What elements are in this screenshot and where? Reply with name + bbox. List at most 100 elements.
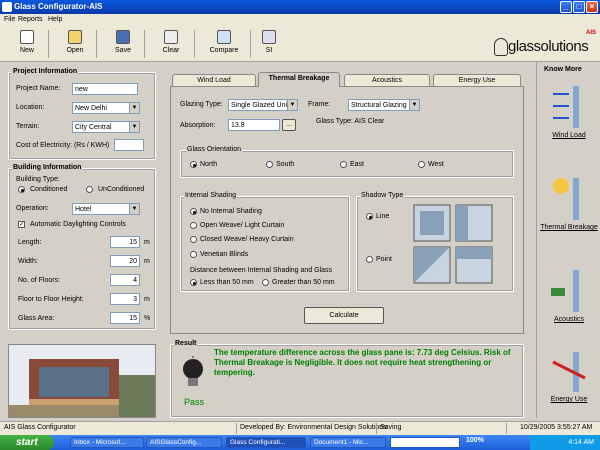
calculate-button[interactable]: Calculate (304, 307, 384, 324)
tab-acoustics[interactable]: Acoustics (344, 74, 430, 86)
lightbulb-icon (183, 356, 203, 386)
length-input[interactable]: 15 (110, 236, 140, 248)
cost-label: Cost of Electricity: (Rs / KWH) (16, 142, 110, 149)
terrain-label: Terrain: (16, 123, 40, 130)
operation-value: Hotel (75, 206, 92, 213)
search-box[interactable] (390, 437, 460, 448)
conditioned-radio[interactable] (18, 186, 25, 193)
cost-input[interactable] (114, 139, 144, 151)
north-label: North (200, 161, 218, 168)
floppy-icon (116, 30, 130, 44)
orientation-title: Glass Orientation (186, 146, 243, 153)
building-info-title: Building Information (12, 164, 83, 171)
know-more-energy-link[interactable]: Energy Use (540, 396, 598, 403)
clear-button[interactable]: Clear (154, 30, 188, 60)
internal-shading-title: Internal Shading (184, 192, 237, 199)
absorption-browse-button[interactable]: ... (282, 119, 296, 131)
task-inbox[interactable]: Inbox - Microsof... (70, 437, 144, 448)
status-bar: AIS Glass Configurator Developed By: Env… (0, 421, 600, 435)
open-weave-radio[interactable] (190, 222, 197, 229)
tab-wind-load[interactable]: Wind Load (172, 74, 256, 86)
open-button[interactable]: Open (58, 30, 92, 60)
venetian-label: Venetian Blinds (200, 251, 249, 258)
si-label: SI (265, 47, 273, 54)
glass-area-label: Glass Area: (18, 315, 55, 322)
tab-thermal-breakage[interactable]: Thermal Breakage (258, 72, 340, 87)
know-more-wind-load-link[interactable]: Wind Load (540, 132, 598, 139)
know-more-thermal-link[interactable]: Thermal Breakage (540, 224, 598, 231)
building-photo-image (9, 345, 155, 417)
know-more-wind-load[interactable]: Wind Load (540, 82, 598, 139)
units-icon (262, 30, 276, 44)
no-shading-label: No Internal Shading (200, 208, 262, 215)
status-divider (506, 423, 507, 434)
toolbar-separator (96, 30, 97, 58)
toolbar-separator (194, 30, 195, 58)
venetian-radio[interactable] (190, 251, 197, 258)
know-more-energy-use[interactable]: Energy Use (540, 348, 598, 403)
floors-input[interactable]: 4 (110, 274, 140, 286)
less-50-radio[interactable] (190, 279, 197, 286)
task-ais-config[interactable]: AISGlassConfig... (146, 437, 222, 448)
result-status: Pass (184, 397, 205, 407)
maximize-button[interactable]: □ (573, 1, 585, 13)
floor-height-input[interactable]: 3 (110, 293, 140, 305)
open-label: Open (66, 47, 84, 54)
toolbar-separator (144, 30, 145, 58)
save-button[interactable]: Save (106, 30, 140, 60)
line-shadow-label: Line (376, 213, 390, 220)
minimize-button[interactable]: _ (560, 1, 572, 13)
west-radio[interactable] (418, 161, 425, 168)
menu-help[interactable]: Help (48, 16, 62, 23)
unconditioned-radio[interactable] (86, 186, 93, 193)
chevron-down-icon: ▼ (287, 100, 297, 110)
south-radio[interactable] (266, 161, 273, 168)
east-radio[interactable] (340, 161, 347, 168)
compare-button[interactable]: Compare (204, 30, 244, 60)
absorption-input[interactable]: 13.8 (228, 119, 280, 131)
unconditioned-label: UnConditioned (98, 186, 145, 193)
daylighting-checkbox[interactable]: ✓ (18, 221, 25, 228)
glazing-type-select[interactable]: Single Glazed Unit ▼ (228, 99, 298, 111)
si-button[interactable]: SI (252, 30, 286, 60)
task-document[interactable]: Document1 - Mic... (310, 437, 386, 448)
location-select[interactable]: New Delhi ▼ (72, 102, 140, 114)
close-button[interactable]: × (586, 1, 598, 13)
point-shadow-radio[interactable] (366, 256, 373, 263)
west-label: West (428, 161, 444, 168)
greater-50-radio[interactable] (262, 279, 269, 286)
glass-area-input[interactable]: 15 (110, 312, 140, 324)
new-label: New (19, 47, 34, 54)
status-state: Saving (380, 424, 402, 431)
project-name-input[interactable]: new (72, 83, 138, 95)
taskbar: start Inbox - Microsof... AISGlassConfig… (0, 435, 600, 450)
brand-name: glassolutions (508, 38, 589, 55)
chevron-down-icon: ▼ (409, 100, 419, 110)
width-input[interactable]: 20 (110, 255, 140, 267)
app-icon (2, 2, 12, 12)
status-app-name: AIS Glass Configurator (4, 424, 76, 431)
start-button[interactable]: start (0, 435, 54, 450)
know-more-thermal-breakage[interactable]: Thermal Breakage (540, 174, 598, 231)
new-button[interactable]: New (10, 30, 44, 60)
compare-icon (217, 30, 231, 44)
closed-weave-radio[interactable] (190, 236, 197, 243)
thermal-glass-icon (553, 178, 579, 220)
result-message: The temperature difference across the gl… (214, 348, 511, 377)
shadow-diagram-image (413, 204, 493, 284)
menu-reports[interactable]: Reports (18, 16, 43, 23)
menu-file[interactable]: File (4, 16, 15, 23)
frame-select[interactable]: Structural Glazing ▼ (348, 99, 420, 111)
no-shading-radio[interactable] (190, 208, 197, 215)
line-shadow-radio[interactable] (366, 213, 373, 220)
tab-energy-use[interactable]: Energy Use (433, 74, 521, 86)
toolbar-separator (250, 30, 251, 58)
terrain-select[interactable]: City Central ▼ (72, 121, 140, 133)
new-file-icon (20, 30, 34, 44)
operation-select[interactable]: Hotel ▼ (72, 203, 140, 215)
task-glass-configurator[interactable]: Glass Configurati... (226, 437, 306, 448)
know-more-acoustics-link[interactable]: Acoustics (540, 316, 598, 323)
width-unit: m (144, 258, 150, 265)
know-more-acoustics[interactable]: Acoustics (540, 266, 598, 323)
north-radio[interactable] (190, 161, 197, 168)
